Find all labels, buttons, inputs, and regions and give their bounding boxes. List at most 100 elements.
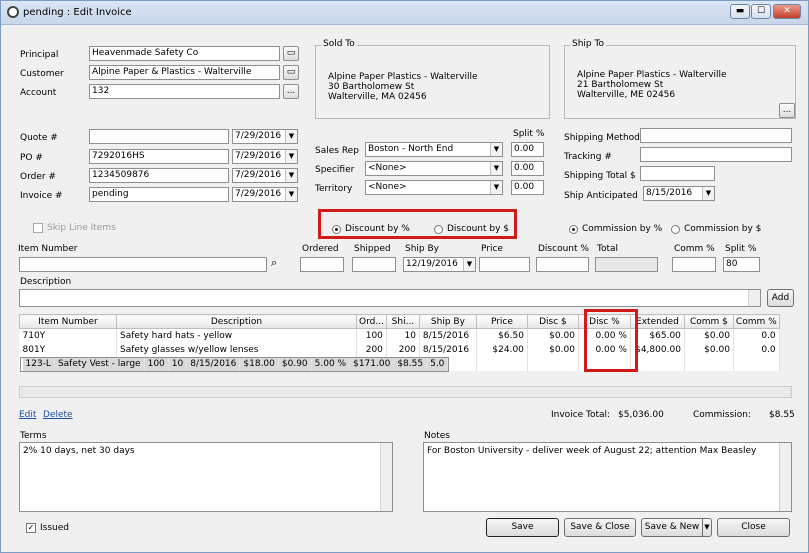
scrollbar[interactable] — [380, 443, 392, 511]
invoice-total-value: $5,036.00 — [618, 410, 664, 420]
commission-by-pct-radio[interactable]: Commission by % — [569, 224, 662, 234]
specifier-split-field[interactable]: 0.00 — [511, 161, 544, 176]
shipping-method-field[interactable] — [640, 128, 792, 143]
edit-link[interactable]: Edit — [19, 410, 36, 420]
ship-anticipated-label: Ship Anticipated — [564, 191, 638, 201]
cell-disc-amt: $0.00 — [527, 328, 579, 343]
save-new-dropdown[interactable]: ▼ — [702, 518, 712, 537]
sold-to-label: Sold To — [321, 39, 357, 49]
ship-by-picker[interactable]: 12/19/2016 ▼ — [403, 257, 476, 272]
po-date-picker[interactable]: 7/29/2016 ▼ — [232, 149, 298, 164]
radio-icon — [671, 224, 680, 234]
commission-by-amt-radio[interactable]: Commission by $ — [671, 224, 761, 234]
terms-field[interactable]: 2% 10 days, net 30 days — [19, 442, 393, 512]
window-title: pending : Edit Invoice — [23, 7, 132, 18]
scrollbar[interactable] — [779, 443, 791, 511]
customer-field[interactable]: Alpine Paper & Plastics - Walterville — [89, 65, 280, 80]
invoice-date-picker[interactable]: 7/29/2016 ▼ — [232, 187, 298, 202]
save-close-button[interactable]: Save & Close — [564, 518, 636, 537]
col-disc-amt[interactable]: Disc $ — [526, 314, 579, 329]
shipped-label: Shipped — [354, 244, 391, 254]
cell-extended: $171.00 — [349, 357, 395, 371]
col-extended[interactable]: Extended — [629, 314, 685, 329]
territory-label: Territory — [315, 184, 353, 194]
col-comm-pct[interactable]: Comm % — [732, 314, 780, 329]
po-field[interactable]: 7292016HS — [89, 149, 229, 164]
shipping-total-field[interactable] — [640, 166, 715, 181]
account-field[interactable]: 132 — [89, 84, 280, 99]
account-browse-button[interactable]: ... — [283, 84, 299, 99]
price-field[interactable] — [479, 257, 530, 272]
quote-date-picker[interactable]: 7/29/2016 ▼ — [232, 129, 298, 144]
horizontal-scrollbar[interactable] — [19, 386, 792, 398]
close-button[interactable]: Close — [717, 518, 790, 537]
table-row[interactable]: 801Y Safety glasses w/yellow lenses 200 … — [19, 342, 780, 357]
terms-value: 2% 10 days, net 30 days — [23, 446, 135, 456]
save-button[interactable]: Save — [486, 518, 559, 537]
skip-line-items-checkbox[interactable]: Skip Line Items — [33, 223, 116, 233]
ship-anticipated-picker[interactable]: 8/15/2016 ▼ — [643, 186, 715, 201]
save-new-button[interactable]: Save & New — [641, 518, 703, 537]
split-pct-entry-field[interactable]: 80 — [723, 257, 760, 272]
order-date-picker[interactable]: 7/29/2016 ▼ — [232, 168, 298, 183]
comm-pct-field[interactable] — [672, 257, 716, 272]
principal-field[interactable]: Heavenmade Safety Co — [89, 46, 280, 61]
cell-item: 123-L — [22, 357, 55, 371]
account-label: Account — [20, 88, 57, 98]
ordered-field[interactable] — [300, 257, 344, 272]
invoice-label: Invoice # — [20, 191, 63, 201]
ship-to-browse-button[interactable]: ... — [779, 103, 795, 118]
folder-icon: ▭ — [286, 48, 296, 58]
close-window-button[interactable]: ✕ — [773, 4, 801, 19]
maximize-button[interactable]: ☐ — [751, 4, 771, 19]
specifier-select[interactable]: <None> ▼ — [365, 161, 503, 176]
order-field[interactable]: 1234509876 — [89, 168, 229, 183]
specifier-label: Specifier — [315, 165, 355, 175]
radio-icon — [434, 224, 443, 234]
table-header-row: Item Number Description Ord... Shi... Sh… — [19, 314, 780, 329]
cell-extended: $65.00 — [630, 328, 685, 343]
table-row-selected[interactable]: 123-L Safety Vest - large 100 10 8/15/20… — [19, 356, 450, 372]
cell-ship-by: 8/15/2016 — [186, 357, 241, 371]
cell-description: Safety glasses w/yellow lenses — [116, 342, 357, 357]
discount-pct-label: Discount % — [538, 244, 589, 254]
description-field[interactable] — [19, 289, 761, 307]
minimize-button[interactable]: ▬ — [730, 4, 750, 19]
col-item-number[interactable]: Item Number — [19, 314, 117, 329]
quote-field[interactable] — [89, 129, 229, 144]
ship-to-line1: Alpine Paper Plastics - Walterville — [577, 70, 727, 80]
search-icon[interactable]: ⌕ — [271, 256, 277, 270]
issued-label: Issued — [40, 523, 69, 533]
sales-rep-value: Boston - North End — [368, 144, 454, 154]
item-number-field[interactable] — [19, 257, 267, 272]
issued-checkbox[interactable]: ✓ Issued — [26, 523, 69, 533]
sales-rep-split-field[interactable]: 0.00 — [511, 142, 544, 157]
discount-pct-field[interactable] — [536, 257, 589, 272]
scrollbar[interactable] — [748, 290, 760, 306]
customer-lookup-button[interactable]: ▭ — [283, 65, 299, 80]
col-description[interactable]: Description — [116, 314, 357, 329]
col-ordered[interactable]: Ord... — [356, 314, 387, 329]
notes-field[interactable]: For Boston University - deliver week of … — [423, 442, 792, 512]
tracking-field[interactable] — [640, 147, 792, 162]
col-shipped[interactable]: Shi... — [385, 314, 420, 329]
col-ship-by[interactable]: Ship By — [418, 314, 477, 329]
add-button[interactable]: Add — [767, 289, 794, 307]
territory-select[interactable]: <None> ▼ — [365, 180, 503, 195]
sales-rep-select[interactable]: Boston - North End ▼ — [365, 142, 503, 157]
shipped-field[interactable] — [352, 257, 396, 272]
territory-split-field[interactable]: 0.00 — [511, 180, 544, 195]
cell-ordered: 200 — [356, 342, 387, 357]
principal-lookup-button[interactable]: ▭ — [283, 46, 299, 61]
cell-ordered: 100 — [144, 357, 169, 371]
col-price[interactable]: Price — [475, 314, 528, 329]
invoice-field[interactable]: pending — [89, 187, 229, 202]
discount-by-pct-radio[interactable]: Discount by % — [332, 224, 410, 234]
quote-label: Quote # — [20, 133, 58, 143]
discount-by-amt-radio[interactable]: Discount by $ — [434, 224, 509, 234]
col-comm-amt[interactable]: Comm $ — [683, 314, 734, 329]
table-row[interactable]: 710Y Safety hard hats - yellow 100 10 8/… — [19, 328, 780, 343]
terms-label: Terms — [20, 431, 47, 441]
cell-ordered: 100 — [356, 328, 387, 343]
delete-link[interactable]: Delete — [43, 410, 73, 420]
